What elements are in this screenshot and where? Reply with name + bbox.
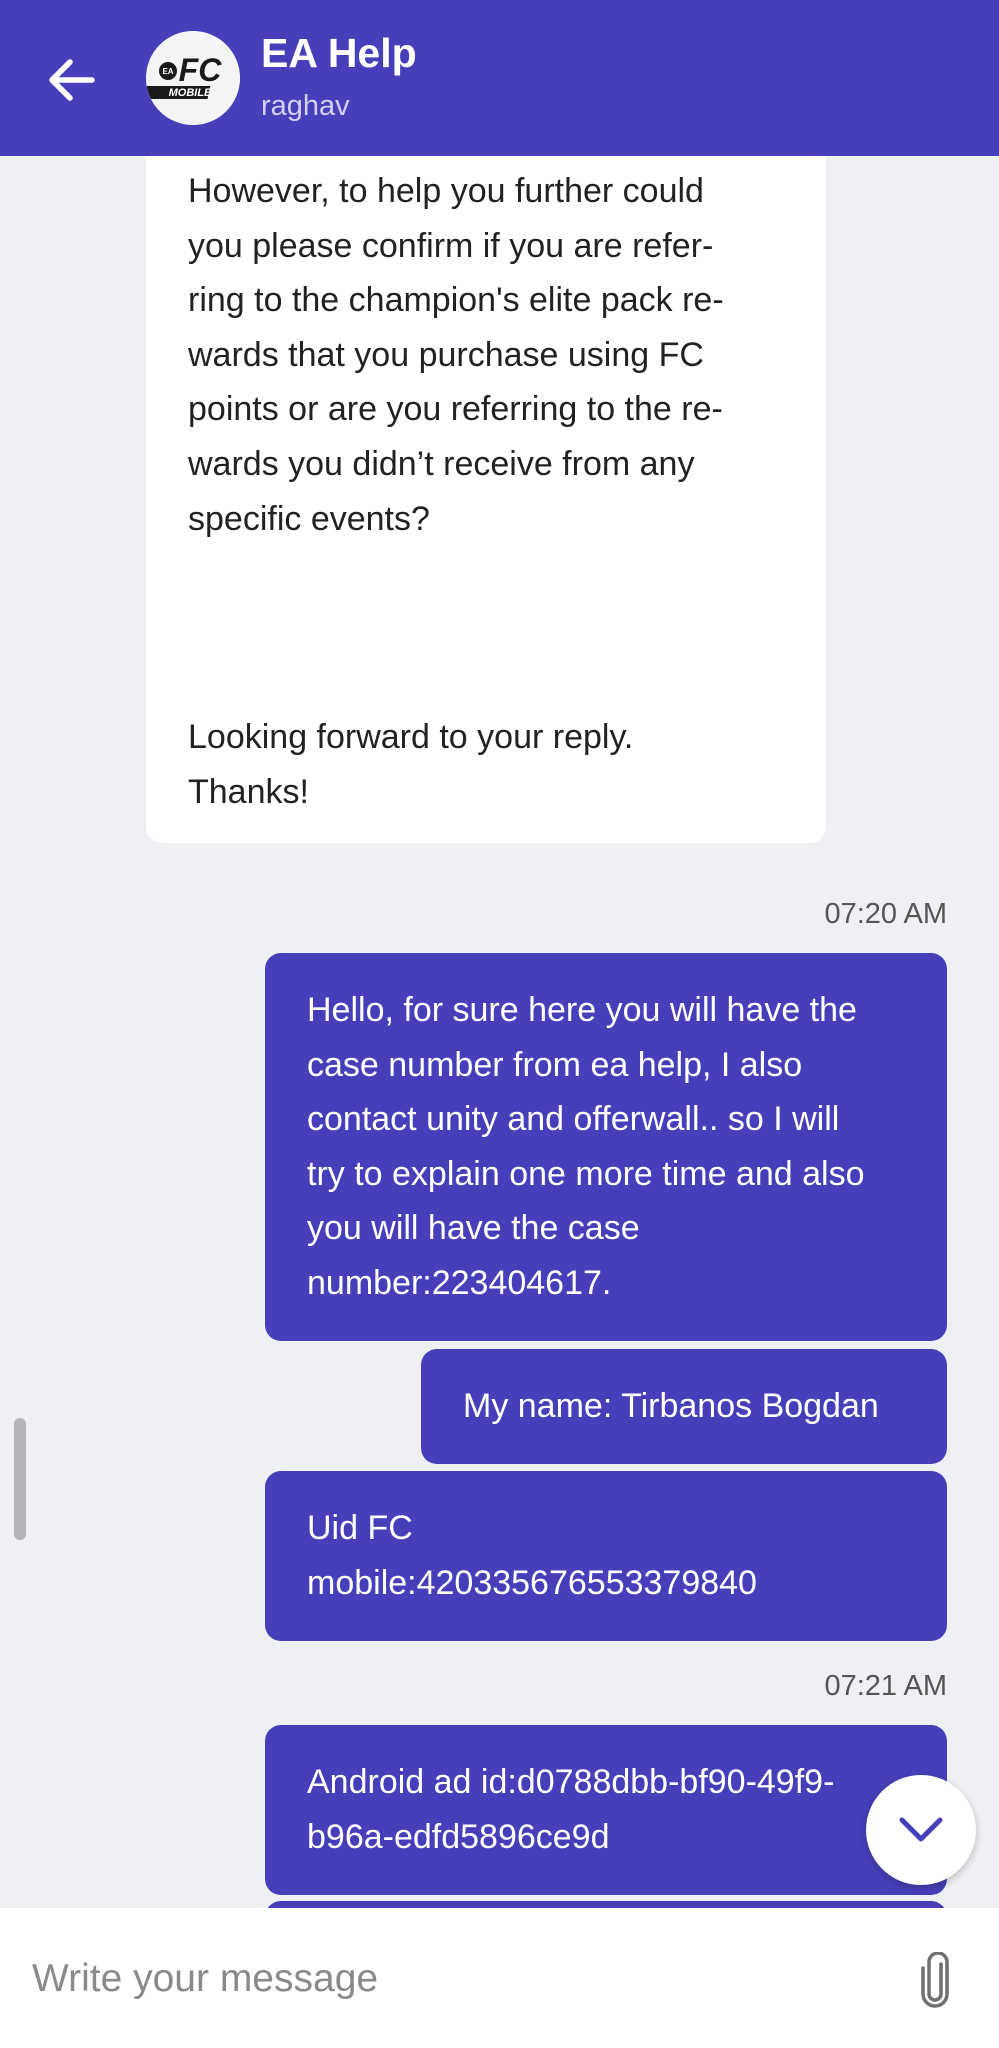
text-line: Thanks! [188,772,309,811]
message-input[interactable] [32,1944,882,2014]
svg-text:EA: EA [162,67,173,76]
outgoing-message-bubble [265,1901,947,1908]
text-line: b96a-edfd5896ce9d [307,1817,610,1856]
text-line: Uid FC [307,1509,413,1547]
text-line: number:223404617. [307,1263,612,1302]
message-composer [0,1908,999,2048]
text-line: case number from ea help, I also [307,1045,803,1084]
text-line: Looking forward to your reply. [188,718,634,756]
outgoing-message-bubble: Uid FC mobile:420335676553379840 [265,1471,947,1641]
chat-subtitle: raghav [261,90,350,122]
outgoing-message-text: My name: Tirbanos Bogdan [463,1387,879,1425]
text-line: you will have the case [307,1209,640,1248]
outgoing-message-bubble: Hello, for sure here you will have the c… [265,953,947,1341]
svg-text:FC: FC [179,52,223,88]
incoming-message-text: However, to help you further could you p… [188,164,808,546]
outgoing-message-text: Uid FC mobile:420335676553379840 [307,1501,757,1610]
outgoing-message-bubble: Android ad id:d0788dbb-bf90-49f9- b96a-e… [265,1725,947,1895]
attach-button[interactable] [912,1948,958,2012]
scroll-to-bottom-button[interactable] [866,1775,976,1885]
scrollbar-thumb[interactable] [14,1418,26,1540]
message-list[interactable]: However, to help you further could you p… [0,156,999,1908]
svg-text:MOBILE: MOBILE [169,87,212,99]
incoming-message-bubble: However, to help you further could you p… [146,156,826,843]
avatar: EA FC MOBILE [146,31,240,125]
message-timestamp: 07:20 AM [824,898,947,930]
outgoing-message-text: Android ad id:d0788dbb-bf90-49f9- b96a-e… [307,1755,834,1864]
arrow-left-icon [49,59,95,101]
outgoing-message-text: Hello, for sure here you will have the c… [307,983,927,1311]
message-timestamp: 07:21 AM [824,1670,947,1702]
back-button[interactable] [40,48,104,112]
text-line: wards that you purchase using FC [188,335,704,374]
text-line: specific events? [188,499,430,538]
text-line: However, to help you further could [188,172,704,210]
text-line: Android ad id:d0788dbb-bf90-49f9- [307,1763,835,1801]
text-line: ring to the champion's elite pack re- [188,281,724,320]
text-line: contact unity and offerwall.. so I will [307,1100,840,1139]
fc-mobile-logo-icon: EA FC MOBILE [146,31,240,125]
text-line: wards you didn’t receive from any [188,444,695,483]
text-line: try to explain one more time and also [307,1154,865,1193]
chat-title: EA Help [261,30,417,76]
text-line: you please confirm if you are refer- [188,226,714,265]
outgoing-message-bubble: My name: Tirbanos Bogdan [421,1349,947,1464]
text-line: Hello, for sure here you will have the [307,991,857,1029]
text-line: mobile:420335676553379840 [307,1563,757,1602]
incoming-message-signoff: Looking forward to your reply. Thanks! [188,710,808,819]
chat-header: EA FC MOBILE EA Help raghav [0,0,999,156]
chevron-down-icon [899,1817,943,1842]
text-line: points or are you referring to the re- [188,390,723,429]
paperclip-icon [921,1952,949,2008]
